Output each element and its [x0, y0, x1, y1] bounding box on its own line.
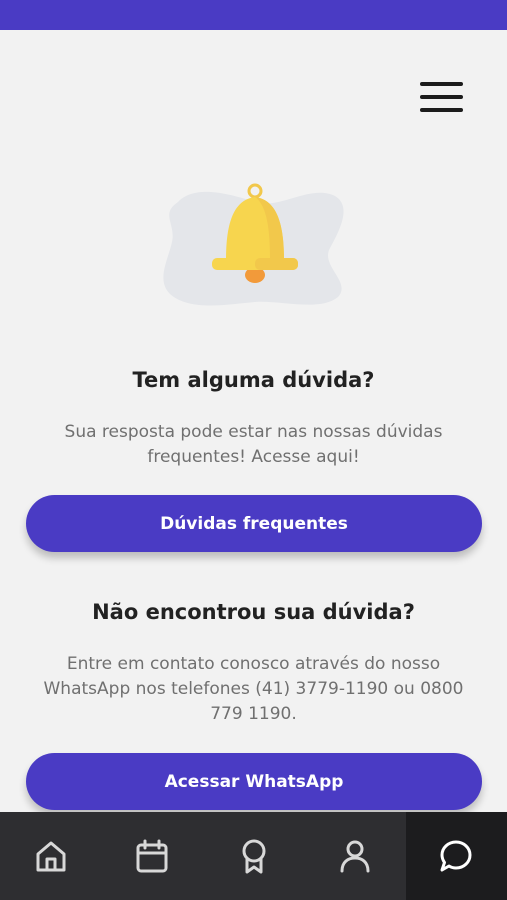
chat-bubble-icon — [440, 840, 472, 872]
whatsapp-button[interactable]: Acessar WhatsApp — [26, 753, 482, 810]
nav-item-chat[interactable] — [405, 812, 507, 900]
award-ribbon-icon — [242, 839, 266, 874]
calendar-icon — [136, 839, 168, 873]
hamburger-line — [420, 82, 463, 86]
faq-description: Sua resposta pode estar nas nossas dúvid… — [64, 422, 443, 467]
faq-button[interactable]: Dúvidas frequentes — [26, 495, 482, 552]
user-icon — [340, 840, 370, 873]
home-icon — [36, 841, 66, 872]
bell-illustration — [163, 183, 344, 306]
contact-title: Não encontrou sua dúvida? — [92, 600, 415, 624]
hamburger-menu-button[interactable] — [414, 76, 468, 120]
contact-description: Entre em contato conosco através do noss… — [43, 654, 464, 724]
faq-title: Tem alguma dúvida? — [132, 368, 375, 392]
nav-item-calendar[interactable] — [101, 812, 202, 900]
hamburger-line — [420, 108, 463, 112]
nav-item-awards[interactable] — [203, 812, 304, 900]
nav-item-home[interactable] — [0, 812, 101, 900]
hamburger-line — [420, 95, 463, 99]
status-bar — [0, 0, 507, 30]
bottom-navigation — [0, 812, 507, 900]
nav-item-profile[interactable] — [304, 812, 405, 900]
